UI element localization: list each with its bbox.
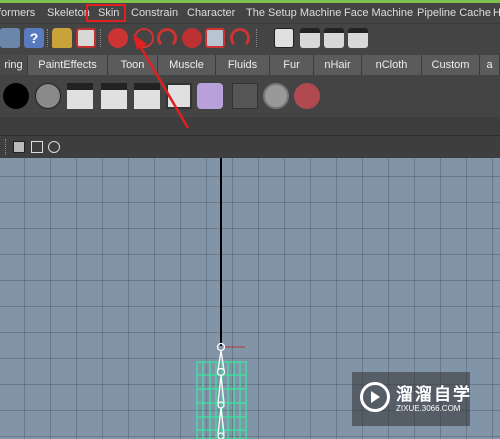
watermark-url: ZIXUE.3066.COM bbox=[396, 404, 461, 413]
annotation-arrow bbox=[133, 34, 190, 129]
watermark: 溜溜自学 ZIXUE.3066.COM bbox=[352, 372, 470, 426]
watermark-logo-icon bbox=[360, 382, 390, 412]
watermark-title: 溜溜自学 bbox=[396, 385, 472, 404]
